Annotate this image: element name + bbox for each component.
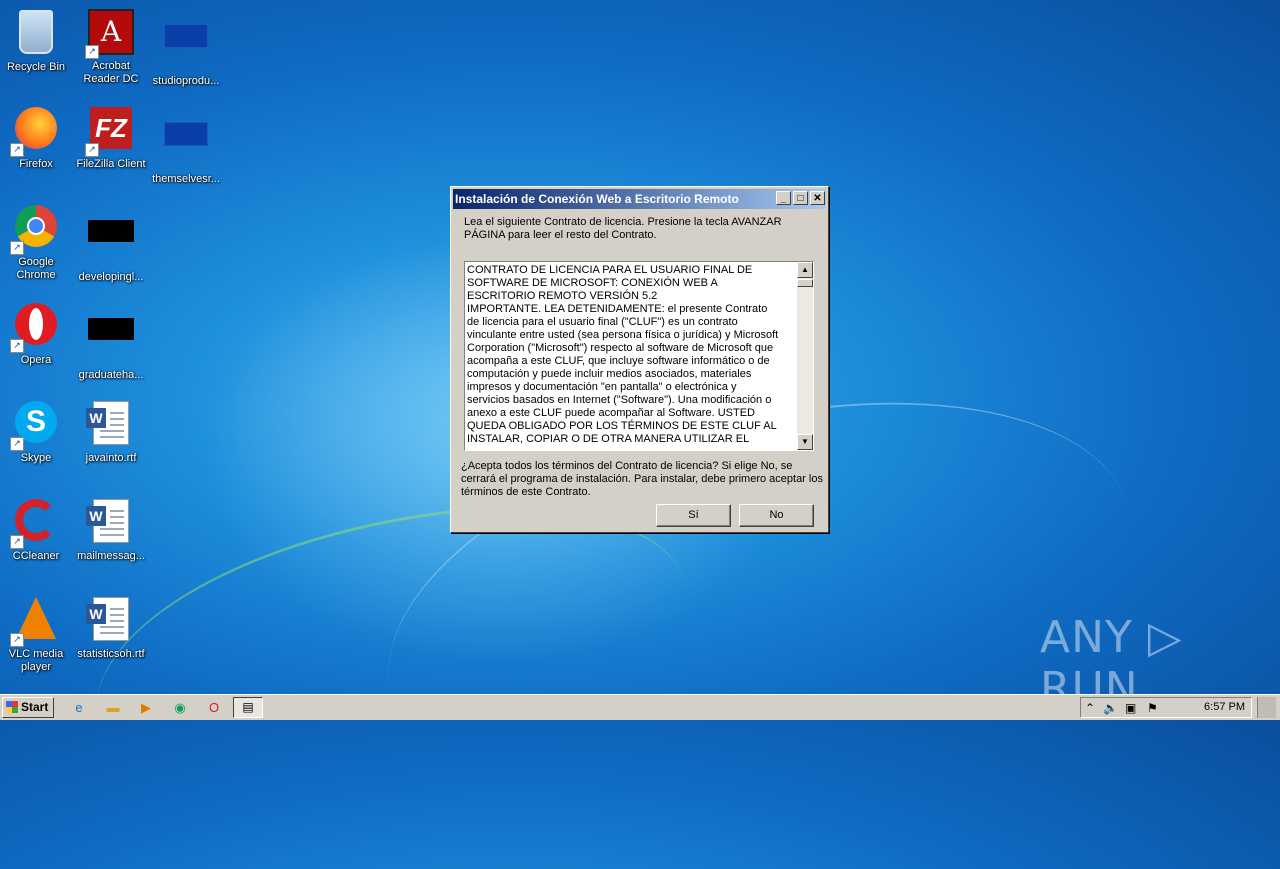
file-icon [87, 318, 135, 366]
word-document-icon: W [86, 401, 135, 449]
scroll-thumb[interactable] [797, 279, 813, 287]
close-button[interactable]: ✕ [810, 191, 825, 205]
dialog-intro-text: Lea el siguiente Contrato de licencia. P… [464, 216, 782, 241]
maximize-button[interactable]: □ [793, 191, 808, 205]
acrobat-icon: A ↗ [85, 9, 135, 59]
network-icon[interactable]: ▣ [1125, 700, 1136, 716]
system-tray: ⌃ 🔈 ▣ ⚑ 6:57 PM [1080, 697, 1252, 718]
opera-icon: ↗ [10, 303, 60, 353]
scroll-up-button[interactable]: ▲ [797, 262, 813, 278]
license-scrollbar[interactable]: ▲ ▼ [797, 262, 813, 450]
chrome-icon: ↗ [10, 205, 60, 255]
explorer-folder-icon[interactable]: ▬ [104, 699, 122, 717]
show-desktop-button[interactable] [1257, 697, 1276, 718]
desktop-icon-filezilla[interactable]: FZ ↗ FileZilla Client [75, 104, 147, 171]
action-center-flag-icon[interactable]: ⚑ [1147, 700, 1158, 716]
file-icon [87, 220, 135, 268]
desktop-icon-javainto[interactable]: W javainto.rtf [75, 398, 147, 465]
installer-icon: ▤ [242, 700, 254, 714]
accept-question-text: ¿Acepta todos los términos del Contrato … [461, 460, 823, 498]
vlc-icon: ↗ [10, 597, 60, 647]
ccleaner-icon: ↗ [10, 499, 60, 549]
desktop-icon-recycle-bin[interactable]: Recycle Bin [0, 6, 72, 74]
tray-expand-icon[interactable]: ⌃ [1085, 700, 1095, 716]
desktop-icon-statisticsoh[interactable]: W statisticsoh.rtf [75, 594, 147, 661]
clock[interactable]: 6:57 PM [1204, 701, 1245, 713]
word-document-icon: W [86, 499, 135, 547]
internet-explorer-icon[interactable]: e [70, 699, 88, 717]
dialog-titlebar[interactable]: Instalación de Conexión Web a Escritorio… [453, 189, 826, 209]
minimize-button[interactable]: _ [776, 191, 791, 205]
opera-taskbar-icon[interactable]: O [205, 699, 223, 717]
desktop-icon-vlc[interactable]: ↗ VLC media player [0, 594, 72, 674]
scroll-down-button[interactable]: ▼ [797, 434, 813, 450]
media-player-icon[interactable]: ▶ [137, 699, 155, 717]
recycle-bin-icon [12, 10, 60, 58]
license-dialog: Instalación de Conexión Web a Escritorio… [450, 186, 829, 533]
desktop-icon-firefox[interactable]: ↗ Firefox [0, 104, 72, 171]
start-button[interactable]: Start [2, 697, 54, 718]
volume-icon[interactable]: 🔈 [1103, 700, 1118, 716]
license-textbox[interactable]: CONTRATO DE LICENCIA PARA EL USUARIO FIN… [464, 261, 814, 451]
installer-task-button[interactable]: ▤ [233, 697, 263, 718]
chrome-taskbar-icon[interactable]: ◉ [171, 699, 189, 717]
desktop-icon-mailmessag[interactable]: W mailmessag... [75, 496, 147, 563]
file-icon [162, 122, 210, 170]
desktop-icon-developingl[interactable]: developingl... [75, 202, 147, 284]
yes-button[interactable]: Sí [656, 504, 731, 527]
desktop-icon-acrobat[interactable]: A ↗ Acrobat Reader DC [75, 6, 147, 86]
desktop-icon-ccleaner[interactable]: ↗ CCleaner [0, 496, 72, 563]
desktop-icon-skype[interactable]: S ↗ Skype [0, 398, 72, 465]
skype-icon: S ↗ [10, 401, 60, 451]
dialog-title: Instalación de Conexión Web a Escritorio… [455, 192, 739, 206]
license-text: CONTRATO DE LICENCIA PARA EL USUARIO FIN… [467, 264, 779, 445]
desktop-icon-themselvesr[interactable]: themselvesr... [150, 104, 222, 186]
filezilla-icon: FZ ↗ [85, 107, 135, 157]
desktop-icon-graduateha[interactable]: graduateha... [75, 300, 147, 382]
windows-logo-icon [6, 701, 18, 713]
firefox-icon: ↗ [10, 107, 60, 157]
word-document-icon: W [86, 597, 135, 645]
desktop-icon-opera[interactable]: ↗ Opera [0, 300, 72, 367]
taskbar: Start e ▬ ▶ ◉ O ▤ ⌃ 🔈 ▣ ⚑ 6:57 PM [0, 694, 1280, 720]
desktop-icon-chrome[interactable]: ↗ Google Chrome [0, 202, 72, 282]
file-icon [162, 24, 210, 72]
desktop-icon-studioprodu[interactable]: studioprodu... [150, 6, 222, 88]
no-button[interactable]: No [739, 504, 814, 527]
